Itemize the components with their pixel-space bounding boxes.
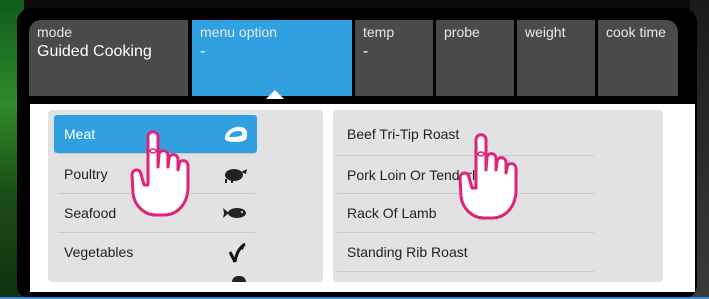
tab-label: mode <box>37 24 73 40</box>
steak-icon <box>221 122 249 146</box>
tab-menu-option[interactable]: menu option - <box>192 20 352 96</box>
category-label: Meat <box>64 126 96 142</box>
sprout-icon <box>221 240 249 264</box>
tab-value: Guided Cooking <box>37 43 152 60</box>
partial-next-icon <box>232 276 246 282</box>
tab-weight[interactable]: weight <box>517 20 595 96</box>
turkey-icon <box>221 162 249 186</box>
tab-label: weight <box>525 24 566 40</box>
active-tab-pointer <box>266 90 284 99</box>
recipe-separator <box>337 271 594 272</box>
tab-label: temp <box>363 24 395 40</box>
category-label: Seafood <box>64 205 117 221</box>
tab-label: cook time <box>606 24 666 40</box>
tab-mode[interactable]: mode Guided Cooking <box>29 20 188 96</box>
tap-hand-icon <box>130 130 190 217</box>
tab-value: - <box>363 43 369 60</box>
category-label: Poultry <box>64 166 108 182</box>
fish-icon <box>221 201 249 225</box>
tab-label: probe <box>444 24 480 40</box>
tab-label: menu option <box>200 24 278 40</box>
category-label: Vegetables <box>64 244 134 260</box>
tab-probe[interactable]: probe <box>436 20 514 96</box>
category-item-vegetables[interactable]: Vegetables <box>54 233 257 271</box>
recipe-item[interactable]: Standing Rib Roast <box>347 233 592 271</box>
tab-value: - <box>200 43 206 60</box>
tap-hand-icon <box>458 133 518 220</box>
tab-temp[interactable]: temp - <box>355 20 433 96</box>
tab-cook-time[interactable]: cook time <box>598 20 678 96</box>
